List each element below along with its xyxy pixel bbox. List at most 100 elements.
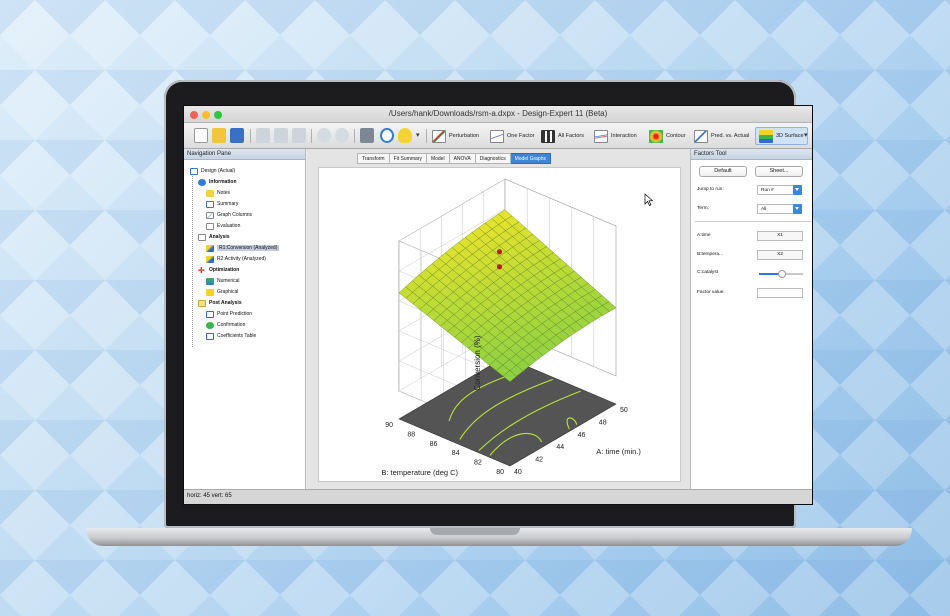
contour-button[interactable]: Contour bbox=[649, 127, 686, 145]
contour-label: Contour bbox=[666, 133, 686, 139]
design-point bbox=[496, 249, 503, 255]
tree-item-post-analysis[interactable]: Post Analysis bbox=[198, 298, 242, 308]
window-title: /Users/hank/Downloads/rsm-a.dxpx - Desig… bbox=[388, 109, 608, 118]
pred-vs-actual-icon bbox=[694, 129, 708, 143]
graph-area: Transform Fit Summary Model ANOVA Diagno… bbox=[307, 149, 690, 489]
app-window: /Users/hank/Downloads/rsm-a.dxpx - Desig… bbox=[183, 105, 813, 505]
cut-icon[interactable] bbox=[256, 128, 270, 143]
factor-b-axis[interactable]: X2 bbox=[757, 250, 803, 260]
tree-item-numerical[interactable]: Numerical bbox=[206, 276, 240, 286]
tab-model[interactable]: Model bbox=[426, 153, 450, 164]
perturbation-label: Perturbation bbox=[449, 133, 479, 139]
b-tick-label: 88 bbox=[407, 431, 415, 438]
graphical-icon bbox=[206, 288, 214, 296]
3d-surface-button[interactable]: 3D Surface bbox=[755, 127, 808, 145]
tree-item-point-prediction[interactable]: Point Prediction bbox=[206, 309, 252, 319]
analysis-icon bbox=[198, 233, 206, 241]
open-folder-icon[interactable] bbox=[212, 128, 226, 143]
undo-icon[interactable] bbox=[317, 128, 331, 143]
a-tick-label: 50 bbox=[620, 407, 628, 414]
status-text: horiz: 45 vert: 65 bbox=[187, 493, 232, 499]
optimization-icon: ✛ bbox=[198, 265, 205, 275]
help-icon[interactable] bbox=[380, 128, 394, 143]
default-button[interactable]: Default bbox=[699, 166, 747, 177]
status-bar: horiz: 45 vert: 65 bbox=[184, 489, 812, 504]
b-tick-label: 86 bbox=[430, 441, 438, 448]
tree-item-optimization[interactable]: ✛ Optimization bbox=[198, 265, 239, 275]
information-icon bbox=[198, 178, 206, 186]
tab-model-graphs[interactable]: Model Graphs bbox=[510, 153, 551, 164]
tab-transform[interactable]: Transform bbox=[357, 153, 390, 164]
evaluation-icon bbox=[206, 222, 214, 230]
a-tick-label: 48 bbox=[599, 419, 607, 426]
one-factor-icon bbox=[490, 129, 504, 143]
tree-item-graphical[interactable]: Graphical bbox=[206, 287, 238, 297]
coefficients-table-icon bbox=[206, 332, 214, 340]
a-tick-label: 40 bbox=[514, 469, 522, 476]
tree-item-design[interactable]: Design (Actual) bbox=[190, 166, 235, 176]
tree-item-information[interactable]: Information bbox=[198, 177, 237, 187]
interaction-button[interactable]: Interaction bbox=[594, 127, 637, 145]
redo-icon[interactable] bbox=[335, 128, 349, 143]
b-tick-label: 90 bbox=[385, 422, 393, 429]
tree-item-r1-conversion[interactable]: R1:Conversion (Analyzed) bbox=[206, 243, 280, 253]
tree-item-analysis[interactable]: Analysis bbox=[198, 232, 230, 242]
jump-to-run-select[interactable]: Run # bbox=[757, 185, 802, 195]
tree-line bbox=[192, 172, 193, 347]
toolbar-separator bbox=[311, 129, 312, 143]
3d-surface-label: 3D Surface bbox=[776, 133, 804, 139]
tab-anova[interactable]: ANOVA bbox=[449, 153, 476, 164]
term-label: Term: bbox=[697, 206, 709, 211]
contour-icon bbox=[649, 129, 663, 143]
tree-item-r2-activity[interactable]: R2:Activity (Analyzed) bbox=[206, 254, 266, 264]
tree-item-coefficients-table[interactable]: Coefficients Table bbox=[206, 331, 256, 341]
tree-item-confirmation[interactable]: Confirmation bbox=[206, 320, 245, 330]
r2-chart-icon bbox=[206, 255, 214, 263]
perturbation-button[interactable]: Perturbation bbox=[432, 127, 479, 145]
tree-item-graph-columns[interactable]: Graph Columns bbox=[206, 210, 252, 220]
term-select[interactable]: All bbox=[757, 204, 802, 214]
a-tick-label: 44 bbox=[556, 444, 564, 451]
catalyst-slider[interactable] bbox=[759, 270, 803, 278]
pred-vs-actual-button[interactable]: Pred. vs. Actual bbox=[694, 127, 749, 145]
confirmation-icon bbox=[206, 321, 214, 329]
print-icon[interactable] bbox=[360, 128, 374, 143]
a-tick-label: 46 bbox=[578, 432, 586, 439]
factors-divider bbox=[695, 221, 811, 222]
chevron-down-icon bbox=[793, 204, 802, 214]
b-tick-label: 82 bbox=[474, 460, 482, 467]
factors-tool-header: Factors Tool bbox=[691, 149, 812, 160]
toolbar-more-icon[interactable]: ▾ bbox=[804, 128, 810, 143]
3d-surface-plot[interactable]: 50.060.070.080.090.0100.0404244464850808… bbox=[319, 168, 682, 483]
design-table-icon bbox=[190, 167, 198, 175]
factors-tool-pane: Factors Tool Default Sheet... Jump to ru… bbox=[690, 149, 812, 489]
all-factors-button[interactable]: All Factors bbox=[541, 127, 584, 145]
x-axis-label: A: time (min.) bbox=[596, 447, 641, 456]
plot-canvas[interactable]: 50.060.070.080.090.0100.0404244464850808… bbox=[318, 167, 681, 482]
factor-value-input[interactable] bbox=[757, 288, 803, 298]
mouse-cursor-icon bbox=[644, 193, 654, 206]
catalyst-slider-thumb[interactable] bbox=[778, 270, 786, 278]
b-tick-label: 84 bbox=[452, 450, 460, 457]
navigation-pane: Navigation Pane Design (Actual) Informat… bbox=[184, 149, 306, 489]
factor-a-axis[interactable]: X1 bbox=[757, 231, 803, 241]
toolbar: ▾ Perturbation One Factor All Factors In… bbox=[184, 123, 812, 149]
summary-icon bbox=[206, 200, 214, 208]
one-factor-button[interactable]: One Factor bbox=[490, 127, 535, 145]
tree-item-summary[interactable]: Summary bbox=[206, 199, 238, 209]
post-analysis-icon bbox=[198, 299, 206, 307]
tree-item-evaluation[interactable]: Evaluation bbox=[206, 221, 240, 231]
new-file-icon[interactable] bbox=[194, 128, 208, 143]
tab-fit-summary[interactable]: Fit Summary bbox=[389, 153, 427, 164]
lightbulb-icon[interactable] bbox=[398, 128, 412, 143]
paste-icon[interactable] bbox=[292, 128, 306, 143]
tab-diagnostics[interactable]: Diagnostics bbox=[475, 153, 511, 164]
analysis-tabs: Transform Fit Summary Model ANOVA Diagno… bbox=[357, 153, 551, 164]
factor-a-label: A:time bbox=[697, 233, 711, 238]
numerical-icon bbox=[206, 277, 214, 285]
copy-icon[interactable] bbox=[274, 128, 288, 143]
save-icon[interactable] bbox=[230, 128, 244, 143]
dropdown-arrow-icon[interactable]: ▾ bbox=[416, 128, 422, 143]
tree-item-notes[interactable]: Notes bbox=[206, 188, 230, 198]
sheet-button[interactable]: Sheet... bbox=[755, 166, 803, 177]
